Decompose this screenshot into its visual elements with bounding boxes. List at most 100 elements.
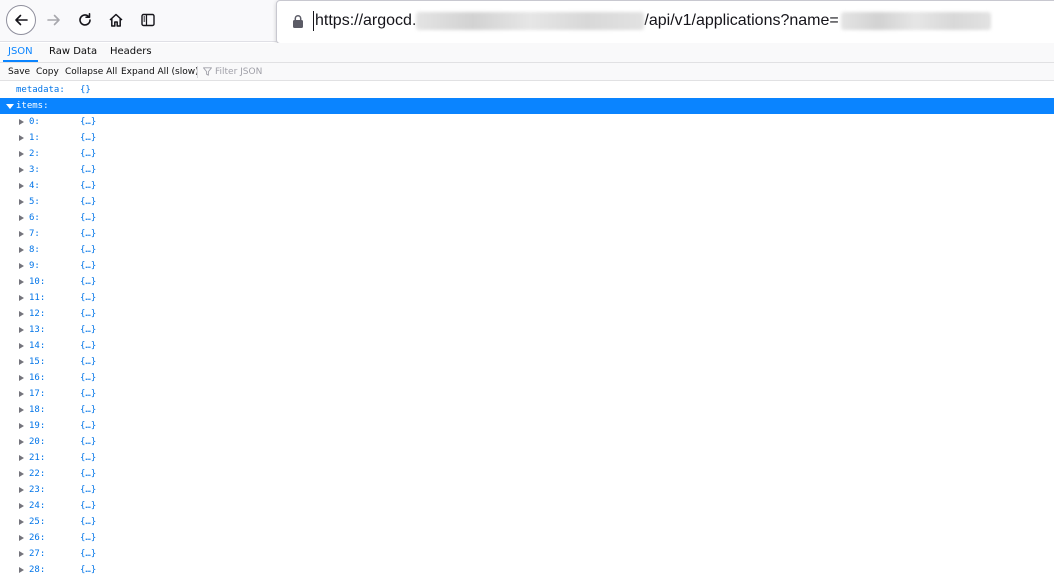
json-row-item[interactable]: 12: {…} [0,306,1054,322]
json-row-item[interactable]: 14: {…} [0,338,1054,354]
json-row-item[interactable]: 16: {…} [0,370,1054,386]
json-key: 3: [29,165,40,175]
json-key: 23: [29,485,46,495]
url-bar[interactable]: https://argocd. /api/v1/applications?nam… [276,0,1054,44]
json-row-item[interactable]: 6: {…} [0,210,1054,226]
sidebar-toggle-button[interactable] [134,6,162,34]
json-key: 27: [29,549,46,559]
home-button[interactable] [102,6,130,34]
tab-json[interactable]: JSON [3,43,38,62]
expand-toggle-icon[interactable] [19,183,24,189]
expand-toggle-icon[interactable] [19,311,24,317]
expand-toggle-icon[interactable] [19,423,24,429]
json-key: 10: [29,277,46,287]
expand-toggle-icon[interactable] [19,471,24,477]
json-row-item[interactable]: 17: {…} [0,386,1054,402]
url-text[interactable]: https://argocd. /api/v1/applications?nam… [313,11,991,31]
json-key: 17: [29,389,46,399]
json-row-item[interactable]: 28: {…} [0,562,1054,578]
json-row-item[interactable]: 15: {…} [0,354,1054,370]
json-value: {…} [80,437,97,447]
json-value: {…} [80,341,97,351]
json-row-item[interactable]: 9: {…} [0,258,1054,274]
json-row-item[interactable]: 23: {…} [0,482,1054,498]
save-button[interactable]: Save [8,66,30,78]
json-row-items[interactable]: items: [0,98,1054,114]
expand-toggle-icon[interactable] [19,535,24,541]
json-row-item[interactable]: 1: {…} [0,130,1054,146]
expand-toggle-icon[interactable] [19,167,24,173]
json-row-item[interactable]: 13: {…} [0,322,1054,338]
json-key: items: [16,101,49,111]
json-tree: metadata: {} items: 0: {…} 1: {…} 2: {…} 3: {…}… [0,82,1054,578]
expand-toggle-icon[interactable] [19,263,24,269]
json-value: {…} [80,469,97,479]
expand-toggle-icon[interactable] [19,375,24,381]
json-value: {…} [80,325,97,335]
collapse-all-button[interactable]: Collapse All [65,66,117,78]
expand-toggle-icon[interactable] [19,503,24,509]
json-row-item[interactable]: 2: {…} [0,146,1054,162]
expand-toggle-icon[interactable] [19,231,24,237]
json-value: {…} [80,117,97,127]
expand-toggle-icon[interactable] [19,343,24,349]
json-row-item[interactable]: 20: {…} [0,434,1054,450]
expand-toggle-icon[interactable] [19,119,24,125]
json-row-item[interactable]: 25: {…} [0,514,1054,530]
json-row-item[interactable]: 5: {…} [0,194,1054,210]
expand-toggle-icon[interactable] [19,135,24,141]
expand-toggle-icon[interactable] [19,455,24,461]
json-key: 19: [29,421,46,431]
json-row-item[interactable]: 7: {…} [0,226,1054,242]
json-row-item[interactable]: 11: {…} [0,290,1054,306]
lock-icon [293,15,303,28]
expand-toggle-icon[interactable] [19,519,24,525]
tab-raw-data[interactable]: Raw Data [49,43,97,62]
expand-toggle-icon[interactable] [19,439,24,445]
json-row-item[interactable]: 8: {…} [0,242,1054,258]
json-row-metadata[interactable]: metadata: {} [0,82,1054,98]
json-value: {…} [80,133,97,143]
json-key: 11: [29,293,46,303]
tab-headers[interactable]: Headers [110,43,152,62]
json-row-item[interactable]: 0: {…} [0,114,1054,130]
expand-all-button[interactable]: Expand All (slow) [121,66,199,78]
copy-button[interactable]: Copy [36,66,59,78]
json-value: {…} [80,357,97,367]
url-path: /api/v1/applications?name= [644,12,839,29]
expand-toggle-icon[interactable] [19,295,24,301]
json-row-item[interactable]: 26: {…} [0,530,1054,546]
expand-toggle-icon[interactable] [19,359,24,365]
expand-toggle-icon[interactable] [19,151,24,157]
expand-toggle-icon[interactable] [19,551,24,557]
json-row-item[interactable]: 27: {…} [0,546,1054,562]
expand-toggle-icon[interactable] [19,567,24,573]
expand-toggle-icon[interactable] [19,487,24,493]
arrow-right-icon [47,14,60,26]
expand-toggle-icon[interactable] [19,407,24,413]
expand-toggle-icon[interactable] [19,215,24,221]
expand-toggle-icon[interactable] [19,279,24,285]
json-row-item[interactable]: 4: {…} [0,178,1054,194]
expand-toggle-icon[interactable] [19,199,24,205]
json-row-item[interactable]: 19: {…} [0,418,1054,434]
url-prefix: https://argocd. [315,12,417,29]
json-row-item[interactable]: 3: {…} [0,162,1054,178]
json-key: 18: [29,405,46,415]
expand-toggle-icon[interactable] [19,391,24,397]
json-row-item[interactable]: 10: {…} [0,274,1054,290]
json-row-item[interactable]: 22: {…} [0,466,1054,482]
expand-toggle-icon[interactable] [6,104,14,109]
json-row-item[interactable]: 24: {…} [0,498,1054,514]
reload-button[interactable] [71,6,99,34]
forward-button[interactable] [40,6,68,34]
json-key: 12: [29,309,46,319]
back-button[interactable] [6,5,36,35]
filter-icon [203,67,212,76]
expand-toggle-icon[interactable] [19,327,24,333]
expand-toggle-icon[interactable] [19,247,24,253]
json-row-item[interactable]: 21: {…} [0,450,1054,466]
json-toolbar: Save Copy Collapse All Expand All (slow)… [0,63,1054,81]
filter-json-input[interactable]: Filter JSON [215,66,262,78]
json-row-item[interactable]: 18: {…} [0,402,1054,418]
